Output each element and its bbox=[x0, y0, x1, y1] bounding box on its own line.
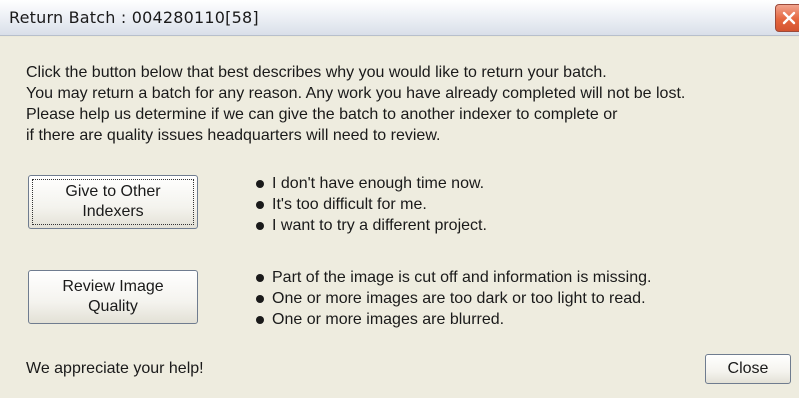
title-bar[interactable]: Return Batch : 004280110[58] bbox=[0, 0, 799, 36]
dialog-title: Return Batch : 004280110[58] bbox=[9, 8, 259, 27]
give-reasons-list: I don't have enough time now. It's too d… bbox=[255, 173, 487, 236]
give-to-other-indexers-button[interactable]: Give to Other Indexers bbox=[28, 175, 198, 229]
list-item: It's too difficult for me. bbox=[255, 194, 487, 215]
intro-text: Click the button below that best describ… bbox=[26, 62, 685, 146]
give-button-label: Give to Other Indexers bbox=[65, 183, 161, 220]
review-reasons-list: Part of the image is cut off and informa… bbox=[255, 267, 651, 330]
list-item: Part of the image is cut off and informa… bbox=[255, 267, 651, 288]
review-button-label: Review Image Quality bbox=[62, 278, 164, 315]
close-button[interactable]: Close bbox=[705, 354, 791, 384]
return-batch-dialog: Return Batch : 004280110[58] Click the b… bbox=[0, 0, 799, 398]
list-item: One or more images are blurred. bbox=[255, 309, 651, 330]
review-image-quality-button[interactable]: Review Image Quality bbox=[28, 270, 198, 324]
close-x-icon[interactable] bbox=[775, 4, 799, 32]
list-item: I want to try a different project. bbox=[255, 215, 487, 236]
list-item: I don't have enough time now. bbox=[255, 173, 487, 194]
intro-line: Please help us determine if we can give … bbox=[26, 106, 618, 123]
thanks-message: We appreciate your help! bbox=[26, 360, 204, 377]
intro-line: You may return a batch for any reason. A… bbox=[26, 85, 686, 102]
list-item: One or more images are too dark or too l… bbox=[255, 288, 651, 309]
intro-line: Click the button below that best describ… bbox=[26, 64, 607, 81]
intro-line: if there are quality issues headquarters… bbox=[26, 127, 441, 144]
